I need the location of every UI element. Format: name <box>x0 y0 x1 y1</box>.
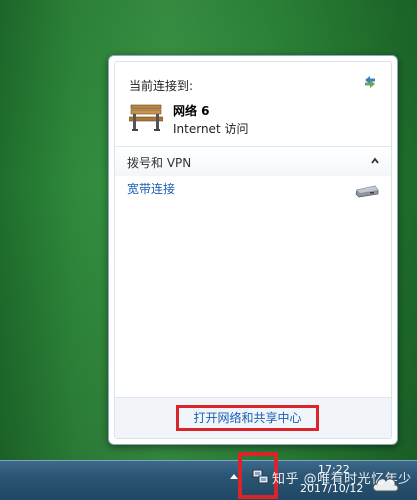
clock-time[interactable]: 17:22 <box>318 463 350 476</box>
flyout-footer: 打开网络和共享中心 <box>115 397 391 438</box>
chevron-up-icon[interactable] <box>371 157 379 165</box>
network-flyout: 当前连接到: 网络 6 Internet 访问 拨号和 VPN 宽带连接 打开网… <box>108 55 398 445</box>
section-label: 拨号和 VPN <box>127 156 192 170</box>
refresh-arrows-icon[interactable] <box>362 74 378 90</box>
cloud-icon <box>372 478 399 492</box>
divider <box>115 146 391 147</box>
broadband-connection-item[interactable]: 宽带连接 <box>127 180 175 197</box>
open-network-sharing-center-link[interactable]: 打开网络和共享中心 <box>176 405 319 431</box>
network-status: Internet 访问 <box>173 122 249 136</box>
network-name: 网络 6 <box>173 104 210 118</box>
connected-to-header: 当前连接到: <box>129 79 194 93</box>
bench-icon <box>129 104 163 131</box>
tray-up-arrow-icon[interactable] <box>230 474 238 479</box>
modem-icon <box>355 185 379 198</box>
dialup-vpn-section-header[interactable]: 拨号和 VPN <box>115 148 391 176</box>
clock-date[interactable]: 2017/10/12 <box>300 482 363 495</box>
network-tray-icon[interactable] <box>252 469 270 485</box>
flyout-panel: 当前连接到: 网络 6 Internet 访问 拨号和 VPN 宽带连接 打开网… <box>114 61 392 439</box>
